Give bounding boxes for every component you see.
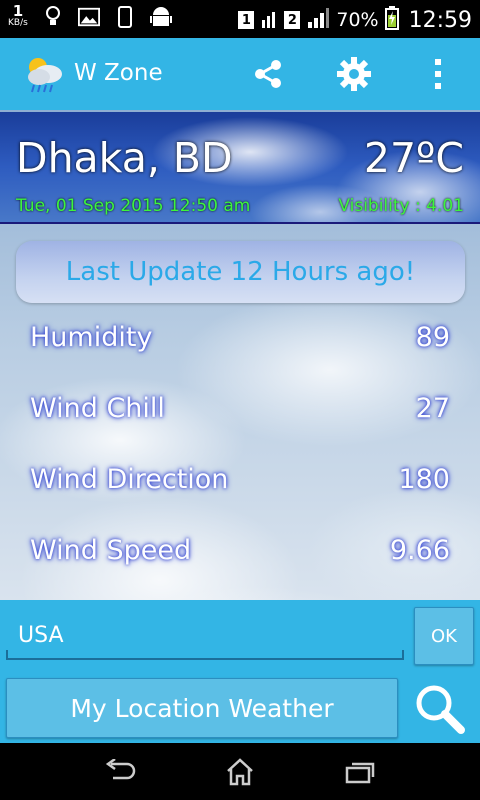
visibility: Visibility : 4.01 [338,196,464,216]
detail-row-wind-direction: Wind Direction 180 [30,464,450,504]
detail-value: 9.66 [389,535,450,566]
sim2-badge: 2 [284,11,301,29]
city-name: Dhaka, BD [16,134,233,182]
detail-label: Wind Direction [30,464,229,495]
image-icon [77,4,100,30]
overflow-menu-icon[interactable] [418,54,458,94]
detail-row-wind-speed: Wind Speed 9.66 [30,535,450,575]
status-bar: 1 KB/s 1 2 70% 12:59 [0,0,480,38]
signal-icon [306,6,330,34]
lightbulb-icon [42,4,64,30]
app-title: W Zone [74,60,163,86]
report-datetime: Tue, 01 Sep 2015 12:50 am [16,196,251,216]
network-speed: 1 KB/s [8,4,28,28]
signal-h-plus-icon [260,6,278,34]
detail-row-wind-chill: Wind Chill 27 [30,393,450,433]
network-speed-unit: KB/s [8,18,28,28]
detail-value: 180 [398,464,450,495]
detail-row-humidity: Humidity 89 [30,322,450,362]
detail-value: 27 [415,393,450,424]
battery-charging-icon [384,6,399,34]
navigation-bar [0,743,480,800]
detail-value: 89 [415,322,450,353]
search-icon[interactable] [410,680,470,738]
app-bar: W Zone [0,38,480,110]
back-icon[interactable] [100,755,140,789]
home-icon[interactable] [220,755,260,789]
last-update-banner: Last Update 12 Hours ago! [16,241,465,303]
detail-label: Wind Chill [30,393,165,424]
network-speed-value: 1 [12,2,24,20]
android-icon [149,4,172,30]
clock: 12:59 [408,7,472,33]
city-search-input[interactable] [18,618,388,652]
share-icon[interactable] [248,54,288,94]
recent-apps-icon[interactable] [340,755,380,789]
city-search-field[interactable] [6,610,404,660]
temperature: 27ºC [363,134,464,182]
phone-icon [114,4,136,30]
weather-logo-icon[interactable] [22,52,66,96]
my-location-weather-button[interactable]: My Location Weather [6,678,398,738]
ok-button[interactable]: OK [414,607,474,665]
detail-label: Humidity [30,322,153,353]
field-edge [6,650,8,658]
battery-percent: 70% [336,9,379,31]
sim1-badge: 1 [238,11,255,29]
weather-header: Dhaka, BD 27ºC Tue, 01 Sep 2015 12:50 am… [0,112,480,224]
settings-icon[interactable] [334,54,374,94]
detail-label: Wind Speed [30,535,192,566]
field-edge [402,650,404,658]
